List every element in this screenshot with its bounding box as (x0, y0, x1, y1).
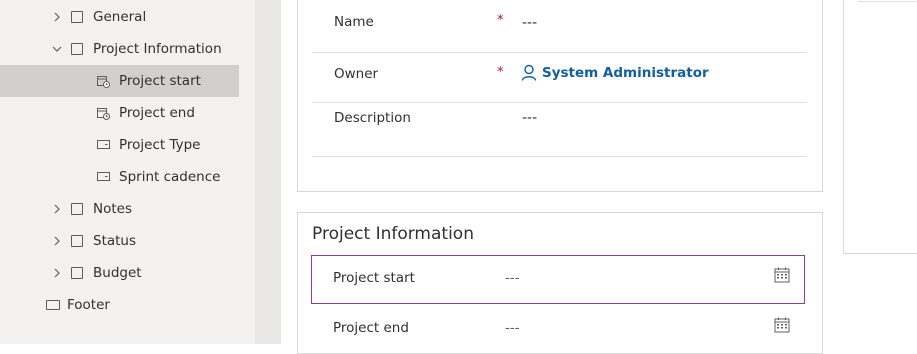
tree-item-project-type[interactable]: Project Type (0, 129, 239, 161)
field-value[interactable]: --- (522, 15, 537, 31)
side-panel-divider (858, 0, 917, 2)
tree-item-sprint-cadence[interactable]: Sprint cadence (0, 161, 239, 193)
tree-item-label: Status (93, 233, 137, 249)
owner-name: System Administrator (542, 64, 709, 81)
tree-item-project-information[interactable]: Project Information (0, 33, 239, 65)
date-field-icon (97, 97, 110, 129)
tree-item-label: Project end (119, 105, 195, 121)
section-icon (71, 193, 83, 225)
calendar-icon[interactable] (774, 317, 790, 337)
section-icon (71, 1, 83, 33)
project-start-field[interactable]: Project start --- (311, 255, 805, 304)
section-title: Project Information (312, 224, 474, 244)
tree-item-label: Sprint cadence (119, 169, 221, 185)
field-value[interactable]: --- (522, 110, 537, 126)
project-information-section-card: Project Information Project start --- Pr… (297, 212, 823, 354)
tree-item-label: General (93, 9, 147, 25)
field-label: Project end (333, 320, 409, 336)
chevron-right-icon[interactable] (52, 193, 62, 225)
section-icon (71, 33, 83, 65)
tree-item-project-start[interactable]: Project start (0, 65, 239, 97)
tree-item-label: Footer (67, 297, 110, 313)
owner-lookup-link[interactable]: System Administrator (521, 64, 709, 81)
calendar-icon[interactable] (774, 267, 790, 287)
field-row-description[interactable]: Description --- (312, 102, 807, 157)
project-end-field[interactable]: Project end --- (312, 307, 804, 354)
required-asterisk: * (497, 65, 504, 80)
tree-item-budget[interactable]: Budget (0, 257, 239, 289)
tree-item-label: Budget (93, 265, 142, 281)
field-label: Description (334, 110, 411, 126)
chevron-down-icon[interactable] (52, 33, 62, 65)
tree-item-label: Project start (119, 73, 201, 89)
tree-item-label: Project Type (119, 137, 201, 153)
section-icon (71, 257, 83, 289)
side-panel-card (843, 0, 917, 254)
section-icon (46, 289, 60, 321)
tree-item-status[interactable]: Status (0, 225, 239, 257)
chevron-right-icon[interactable] (52, 1, 62, 33)
tree-item-general[interactable]: General (0, 1, 239, 33)
tree-item-project-end[interactable]: Project end (0, 97, 239, 129)
field-row-owner[interactable]: Owner * System Administrator (312, 52, 807, 103)
choice-field-icon (97, 161, 110, 193)
person-icon (521, 64, 537, 81)
field-value[interactable]: --- (505, 270, 520, 286)
tree-item-notes[interactable]: Notes (0, 193, 239, 225)
chevron-right-icon[interactable] (52, 225, 62, 257)
section-icon (71, 225, 83, 257)
tree-item-label: Project Information (93, 41, 222, 57)
tree-item-label: Notes (93, 201, 132, 217)
tree-item-footer[interactable]: Footer (0, 289, 239, 321)
field-label: Project start (333, 270, 415, 286)
required-asterisk: * (497, 13, 504, 28)
date-field-icon (97, 65, 110, 97)
field-label: Owner (334, 66, 379, 82)
field-row-name[interactable]: Name * --- (312, 0, 807, 53)
chevron-right-icon[interactable] (52, 257, 62, 289)
panel-splitter[interactable] (255, 0, 281, 344)
field-value[interactable]: --- (505, 320, 520, 336)
field-label: Name (334, 14, 374, 30)
form-tree-panel: General Project Information Project star… (0, 0, 255, 344)
choice-field-icon (97, 129, 110, 161)
general-section-card: Name * --- Owner * System Administrator … (297, 0, 823, 192)
